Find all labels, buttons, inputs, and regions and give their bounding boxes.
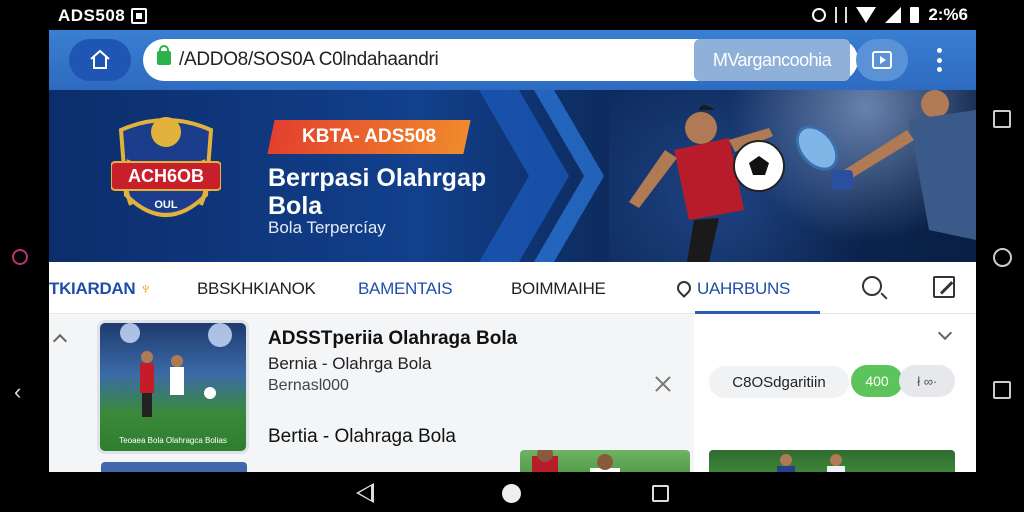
suggestion-button[interactable]: MVargancoohia	[694, 39, 850, 81]
article-title[interactable]: ADSSTperiia Olahraga Bola	[268, 328, 517, 350]
edit-icon[interactable]	[933, 276, 955, 298]
hero-subtitle: Bola Terpercíay	[268, 218, 386, 237]
players-photo	[532, 450, 620, 472]
menu-dot-icon	[936, 67, 942, 72]
news-thumbnail-b[interactable]	[520, 450, 690, 472]
football-scene-image	[120, 323, 232, 417]
status-app-label: ADS508	[58, 6, 126, 25]
news-thumbnail-c[interactable]	[709, 450, 955, 472]
search-icon[interactable]	[862, 276, 882, 296]
chevron-up-icon[interactable]	[52, 333, 68, 349]
article-thumbnail-2[interactable]	[101, 462, 247, 472]
hero-banner[interactable]: ACH6OB OUL KBTA- ADS508 Berrpasi Olahrga…	[49, 90, 976, 262]
tab-kiardan[interactable]: TKIARDAN ♆	[49, 279, 152, 299]
tabs-button[interactable]	[856, 39, 908, 81]
lock-icon	[157, 45, 171, 65]
tab-label: BAMENTAIS	[358, 279, 453, 298]
alarm-icon	[812, 8, 827, 22]
article-subtitle: Bernia - Olahrga Bola	[268, 354, 432, 373]
content-area: Teoaea Bola Olahragca Bolias ADSSTperiia…	[49, 314, 976, 472]
nav-home-icon[interactable]	[502, 484, 521, 503]
players-illustration	[629, 90, 976, 262]
browser-toolbar: /ADDO8/SOS0A C0lndahaandri MVargancoohia	[49, 30, 976, 90]
play-tab-icon	[872, 51, 892, 69]
promo-tag: KBTA- ADS508	[267, 120, 471, 154]
overflow-menu-button[interactable]	[936, 48, 942, 72]
filter-chip[interactable]: C8OSdgaritiin	[709, 366, 849, 398]
back-chevron-icon[interactable]: ‹	[14, 379, 21, 405]
category-nav: TKIARDAN ♆ BBSKHKIANOK BAMENTAIS BOIMMAIH…	[49, 262, 976, 314]
more-pill[interactable]: ł ∞∙	[899, 365, 955, 397]
browser-window: /ADDO8/SOS0A C0lndahaandri MVargancoohia	[49, 30, 976, 472]
trophy-icon: ♆	[139, 279, 152, 298]
close-icon[interactable]	[653, 374, 673, 394]
home-circle-icon[interactable]	[993, 248, 1012, 267]
article-thumbnail[interactable]: Teoaea Bola Olahragca Bolias	[97, 320, 249, 454]
home-dot-icon[interactable]	[12, 249, 28, 265]
location-pin-icon	[674, 278, 694, 298]
phone-screen: ADS508 2:%6 ‹ /ADDO8/SOS0A C0lndahaandri…	[0, 0, 1024, 512]
badge-sub: OUL	[154, 199, 178, 211]
tab-boimmaihe[interactable]: BOIMMAIHE	[511, 279, 606, 299]
wifi-icon	[856, 7, 877, 23]
match-photo	[777, 454, 845, 472]
nav-back-icon[interactable]	[356, 483, 374, 503]
tab-label: BBSKHKIANOK	[197, 279, 316, 298]
hero-title: Berrpasi Olahrgap Bola	[268, 164, 487, 220]
nav-recents-icon[interactable]	[652, 485, 669, 502]
signal-icon	[885, 7, 902, 23]
battery-icon	[910, 7, 920, 23]
article-title-2[interactable]: Bertia - Olahraga Bola	[268, 426, 456, 448]
status-app: ADS508	[58, 6, 148, 26]
badge-text: ACH6OB	[128, 166, 204, 186]
tab-bbskhkianok[interactable]: BBSKHKIANOK	[197, 279, 316, 299]
promo-text: KBTA- ADS508	[301, 126, 437, 147]
url-text: /ADDO8/SOS0A C0lndahaandri	[179, 49, 439, 70]
status-bar: ADS508 2:%6	[0, 0, 1024, 30]
club-badge-logo: ACH6OB OUL	[111, 117, 221, 217]
screenshot-icon	[131, 8, 148, 24]
tab-label: BOIMMAIHE	[511, 279, 606, 298]
status-time: 2:%6	[928, 5, 968, 24]
thumbnail-caption: Teoaea Bola Olahragca Bolias	[119, 436, 227, 445]
tab-label: UAHRBUNS	[697, 279, 791, 298]
tab-uahrbuns[interactable]: UAHRBUNS	[674, 278, 791, 299]
article-meta: Bernasl000	[268, 377, 349, 394]
recents-square-icon[interactable]	[993, 110, 1011, 128]
home-icon	[90, 49, 110, 69]
menu-dot-icon	[936, 57, 942, 63]
status-icons: 2:%6	[812, 5, 968, 25]
menu-dot-icon	[936, 48, 942, 53]
count-pill[interactable]: 400	[851, 365, 903, 397]
overview-square-icon[interactable]	[993, 381, 1011, 399]
vibrate-icon	[835, 7, 848, 23]
address-bar[interactable]: /ADDO8/SOS0A C0lndahaandri MVargancoohia	[143, 39, 858, 81]
tab-label: TKIARDAN	[49, 279, 136, 298]
tab-bamentais[interactable]: BAMENTAIS	[358, 279, 453, 299]
home-button[interactable]	[69, 39, 131, 81]
